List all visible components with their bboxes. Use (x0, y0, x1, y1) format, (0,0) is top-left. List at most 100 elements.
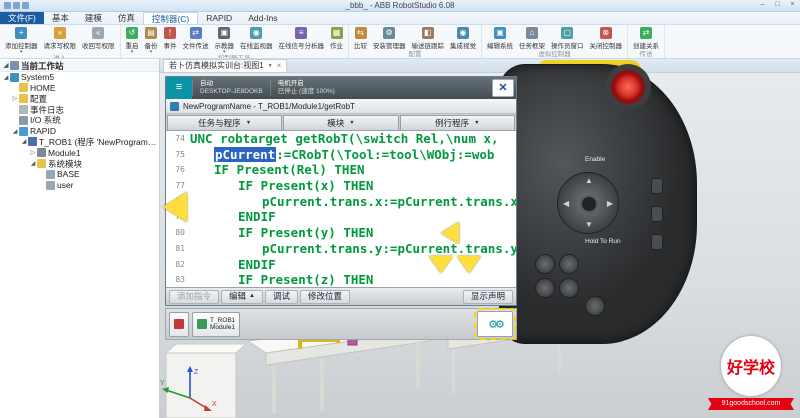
pendant-menu-添加指令[interactable]: 添加指令 (169, 290, 219, 304)
code-line[interactable]: 75pCurrent:=CRobT(\Tool:=tool\WObj:=wob (166, 147, 516, 163)
taskbar-chip[interactable] (169, 312, 189, 337)
ribbon-button-集成视觉[interactable]: ◉集成视觉 (447, 26, 479, 51)
ribbon-button-备份[interactable]: ▤备份▾ (142, 26, 161, 55)
pendant-close-icon[interactable]: ✕ (492, 79, 514, 97)
pendant-menu-修改位置[interactable]: 修改位置 (300, 290, 350, 304)
operator-window-icon: ▢ (561, 27, 573, 39)
ribbon-button-在线监视器[interactable]: ◉在线监视器 (237, 26, 276, 51)
taskbar-chip[interactable]: T_ROB1Module1 (192, 312, 240, 337)
tree-item[interactable]: ◢当前工作站 (0, 61, 159, 72)
joystick-up-icon[interactable]: ▲ (585, 177, 593, 185)
ribbon-tab-建模[interactable]: 建模 (77, 12, 110, 24)
collapse-icon: ◢ (29, 160, 37, 167)
pendant-hard-button[interactable] (651, 178, 663, 194)
resize-left-arrow-icon[interactable] (163, 192, 187, 222)
redo-icon[interactable] (22, 2, 29, 9)
ribbon-button-安装管理器[interactable]: ⚙安装管理器 (370, 26, 409, 51)
ribbon-button-关闭控制器[interactable]: ⊗关闭控制器 (587, 26, 626, 51)
events-icon: ! (164, 27, 176, 39)
pendant-button[interactable] (535, 254, 555, 274)
pendant-tab-label: 例行程序 (435, 117, 469, 129)
abb-menu-icon[interactable]: ≡ (166, 77, 192, 99)
online-monitor-icon: ◉ (250, 27, 262, 39)
tree-item[interactable]: ◢ 系统模块 (0, 158, 159, 169)
ribbon-tab-文件(F)[interactable]: 文件(F) (0, 12, 44, 24)
tree-item[interactable]: ◢RAPID (0, 126, 159, 137)
pendant-tab-模块[interactable]: 模块▼ (283, 115, 398, 130)
ribbon-button-示教器[interactable]: ▣示教器▾ (212, 26, 238, 55)
chevron-down-icon: ▼ (349, 120, 354, 126)
ribbon-button-任务框架[interactable]: ⌂任务框架 (516, 26, 548, 51)
pendant-hard-button[interactable] (651, 206, 663, 222)
graphics-viewport[interactable]: 若卜仿真模拟实训台:视图1 ▼ × (160, 59, 800, 418)
ribbon-button-收回写权限[interactable]: «收回写权限 (79, 26, 118, 51)
tree-item[interactable]: HOME (0, 83, 159, 94)
pendant-tab-例行程序[interactable]: 例行程序▼ (400, 115, 515, 130)
pendant-menu-调试[interactable]: 调试 (265, 290, 298, 304)
axis-x-label: X (212, 401, 217, 408)
ribbon-button-编辑系统[interactable]: ▣编辑系统 (484, 26, 516, 51)
tree-item[interactable]: 事件日志 (0, 104, 159, 115)
tree-item[interactable]: I/O 系统 (0, 115, 159, 126)
tree-item[interactable]: ▷配置 (0, 93, 159, 104)
joystick-down-icon[interactable]: ▼ (585, 221, 593, 229)
minimize-button[interactable]: – (755, 0, 770, 11)
tree-item-label: 系统模块 (48, 158, 82, 169)
ribbon-button-label: 事件 (164, 40, 177, 50)
ribbon-button-添加控制器[interactable]: +添加控制器▾ (2, 26, 41, 55)
pendant-button[interactable] (559, 278, 579, 298)
maximize-button[interactable]: □ (770, 0, 785, 11)
ribbon-button-事件[interactable]: !事件 (161, 26, 180, 51)
program-path-label: NewProgramName - T_ROB1/Module1/getRobT (183, 102, 355, 111)
resize-down-arrow-icon[interactable] (457, 256, 481, 273)
ribbon-tab-控制器(C)[interactable]: 控制器(C) (143, 12, 198, 24)
code-line[interactable]: 74UNC robtarget getRobT(\switch Rel,\num… (166, 131, 516, 147)
code-line[interactable]: 80IF Present(y) THEN (166, 225, 516, 241)
joystick-left-icon[interactable]: ◀ (563, 200, 569, 208)
ribbon-button-操作员窗口[interactable]: ▢操作员窗口 (548, 26, 587, 51)
code-line[interactable]: 83IF Present(z) THEN (166, 272, 516, 287)
pendant-tab-任务与程序[interactable]: 任务与程序▼ (167, 115, 282, 130)
pendant-button[interactable] (535, 278, 555, 298)
ribbon-tab-仿真[interactable]: 仿真 (110, 12, 143, 24)
taskbar-chip-label: T_ROB1 (210, 317, 235, 325)
emergency-stop-button[interactable] (605, 64, 651, 110)
ribbon-button-创建关系[interactable]: ⇄创建关系 (630, 26, 662, 51)
ribbon-tab-RAPID[interactable]: RAPID (198, 12, 240, 24)
undo-icon[interactable] (13, 2, 20, 9)
ribbon-tab-基本[interactable]: 基本 (44, 12, 77, 24)
code-line[interactable]: 78pCurrent.trans.x:=pCurrent.trans.x+ (166, 194, 516, 210)
quickset-button[interactable]: ⚙⚙ (477, 311, 513, 337)
code-line[interactable]: 77IF Present(x) THEN (166, 178, 516, 194)
code-line[interactable]: 81pCurrent.trans.y:=pCurrent.trans.y (166, 241, 516, 257)
tree-item[interactable]: BASE (0, 169, 159, 180)
pendant-button[interactable] (585, 296, 605, 316)
pendant-menu-显示声明[interactable]: 显示声明 (463, 290, 513, 304)
tree-item[interactable]: ▷Module1 (0, 147, 159, 158)
ribbon-button-文件传送[interactable]: ⇄文件传送 (180, 26, 212, 51)
save-icon[interactable] (4, 2, 11, 9)
ribbon-button-重启[interactable]: ↺重启▾ (123, 26, 142, 55)
resize-down-arrow-icon[interactable] (429, 256, 453, 273)
code-line[interactable]: 79ENDIF (166, 209, 516, 225)
pendant-button[interactable] (559, 254, 579, 274)
ribbon-button-比较[interactable]: ⇆比较 (351, 26, 370, 51)
joystick-center[interactable] (580, 195, 598, 213)
line-number: 74 (166, 131, 190, 147)
resize-left-arrow-icon[interactable] (441, 222, 459, 244)
pendant-status-bar: ≡ 自动 DESKTOP-JE8DOKB 电机开启 已停止 (速度 100%) … (166, 77, 516, 99)
pendant-hard-button[interactable] (651, 234, 663, 250)
ribbon-tab-Add-Ins[interactable]: Add-Ins (240, 12, 285, 24)
close-button[interactable]: × (785, 0, 800, 11)
ribbon-button-在线信号分析器[interactable]: ≡在线信号分析器 (276, 26, 328, 51)
ribbon-button-请求写权限[interactable]: »请求写权限 (41, 26, 80, 51)
pendant-joystick[interactable]: ▲ ▼ ◀ ▶ (557, 172, 619, 234)
joystick-right-icon[interactable]: ▶ (607, 200, 613, 208)
code-line[interactable]: 76IF Present(Rel) THEN (166, 162, 516, 178)
tree-item[interactable]: ◢T_ROB1 (程序 'NewProgramNam (0, 137, 159, 148)
ribbon-button-作业[interactable]: ▦作业 (327, 26, 346, 51)
ribbon-button-输送链跟踪[interactable]: ◧输送链跟踪 (409, 26, 448, 51)
tree-item[interactable]: user (0, 180, 159, 191)
pendant-menu-编辑[interactable]: 编辑▲ (221, 290, 263, 304)
tree-item[interactable]: ◢System5 (0, 72, 159, 83)
